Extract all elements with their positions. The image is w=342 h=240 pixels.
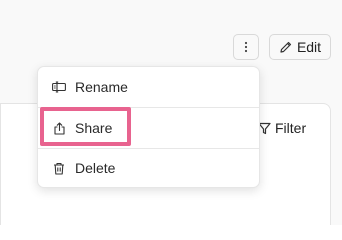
menu-item-rename[interactable]: Rename [38,67,259,107]
edit-button-label: Edit [296,39,322,55]
more-vertical-icon [244,41,248,53]
edit-button[interactable]: Edit [269,34,331,60]
menu-item-delete[interactable]: Delete [38,148,259,188]
context-menu: Rename Share Delete [37,66,260,188]
more-options-button[interactable] [233,34,259,60]
menu-item-label: Share [75,120,113,136]
filter-button-label: Filter [275,120,307,136]
menu-item-share[interactable]: Share [38,108,259,148]
filter-button[interactable]: Filter [258,118,306,138]
rename-icon [52,80,66,94]
trash-icon [52,161,66,175]
app-root: Edit Filter Rename Share Delete [0,0,342,225]
share-icon [52,121,66,135]
menu-item-label: Rename [75,79,128,95]
menu-item-label: Delete [75,160,116,176]
pencil-icon [280,41,292,53]
